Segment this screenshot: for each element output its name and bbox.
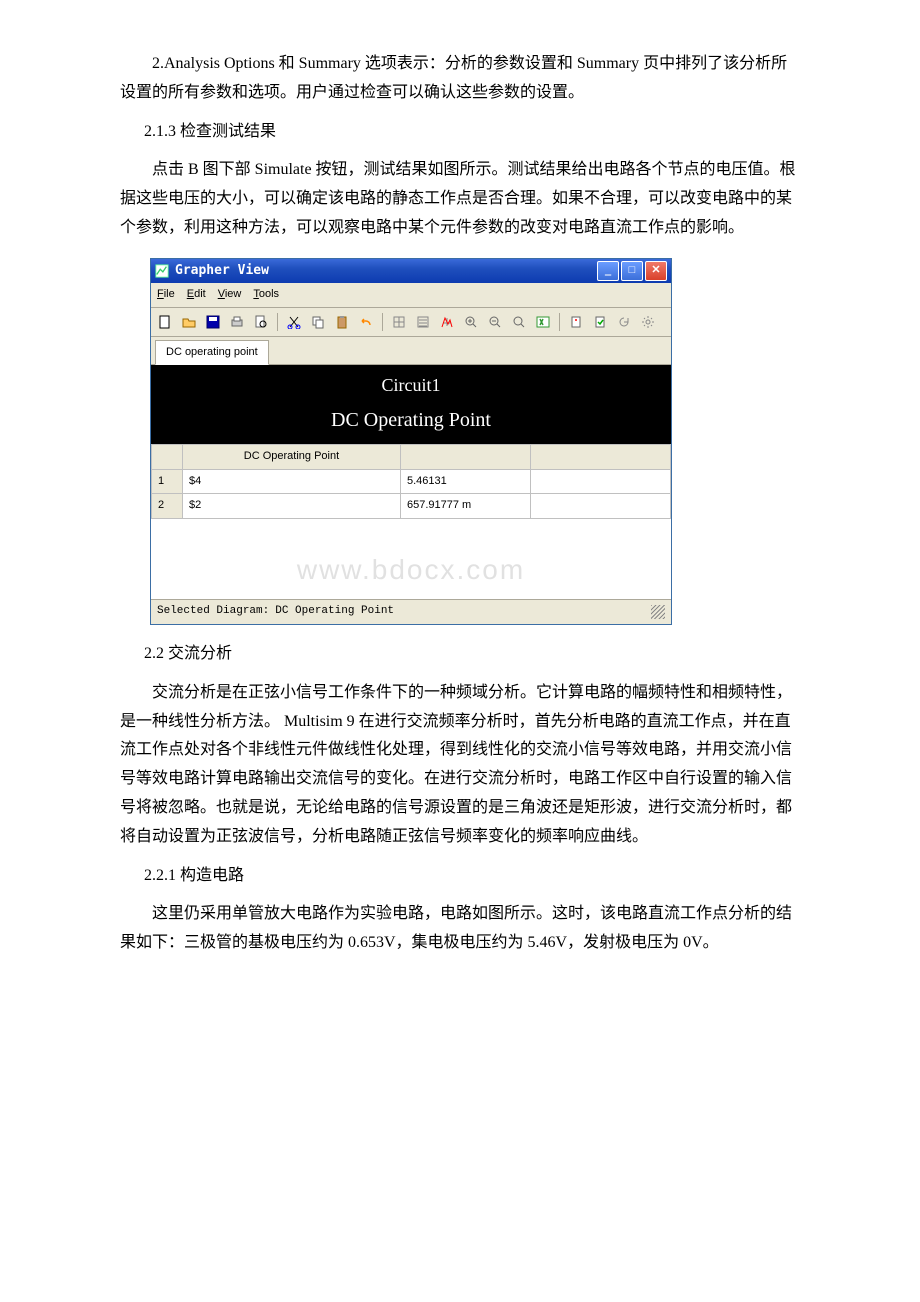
menu-tools[interactable]: Tools: [253, 285, 279, 305]
table-row[interactable]: 2 $2 657.91777 m: [152, 494, 671, 519]
paragraph-simulate-result: 点击 B 图下部 Simulate 按钮，测试结果如图所示。测试结果给出电路各个…: [120, 156, 800, 242]
row-number-header: [152, 444, 183, 469]
resize-grip-icon[interactable]: [651, 605, 665, 619]
toolbar-separator: [559, 313, 560, 331]
heading-2-1-3: 2.1.3 检查测试结果: [120, 118, 800, 147]
chart-subtitle: DC Operating Point: [151, 402, 671, 438]
column-header-blank: [530, 444, 670, 469]
preview-icon[interactable]: [251, 312, 271, 332]
zoom-fit-icon[interactable]: [509, 312, 529, 332]
paste-icon[interactable]: [332, 312, 352, 332]
cell-value: 5.46131: [400, 469, 530, 494]
window-titlebar[interactable]: Grapher View ‗ □ ✕: [151, 259, 671, 283]
grapher-view-window: Grapher View ‗ □ ✕ File Edit View Tools: [150, 258, 672, 625]
cell-node: $4: [183, 469, 401, 494]
cell-blank: [530, 494, 670, 519]
apply-icon[interactable]: [590, 312, 610, 332]
column-header-node: DC Operating Point: [183, 444, 401, 469]
grapher-whitespace: www.bdocx.com: [151, 519, 671, 599]
column-header-value: [400, 444, 530, 469]
legend-icon[interactable]: [413, 312, 433, 332]
heading-2-2-1: 2.2.1 构造电路: [120, 862, 800, 891]
menu-edit[interactable]: Edit: [187, 285, 206, 305]
heading-2-2: 2.2 交流分析: [120, 640, 800, 669]
cut-icon[interactable]: [284, 312, 304, 332]
close-button[interactable]: ✕: [645, 261, 667, 281]
menu-file[interactable]: File: [157, 285, 175, 305]
paragraph-analysis-options: 2.Analysis Options 和 Summary 选项表示：分析的参数设…: [120, 50, 800, 108]
zoom-in-icon[interactable]: [461, 312, 481, 332]
toolbar-separator: [277, 313, 278, 331]
minimize-button[interactable]: ‗: [597, 261, 619, 281]
app-icon: [155, 264, 169, 278]
maximize-button[interactable]: □: [621, 261, 643, 281]
save-icon[interactable]: [203, 312, 223, 332]
copy-icon[interactable]: [308, 312, 328, 332]
table-header-row: DC Operating Point: [152, 444, 671, 469]
status-bar: Selected Diagram: DC Operating Point: [151, 599, 671, 624]
chart-title: Circuit1: [151, 369, 671, 401]
cursor-icon[interactable]: [437, 312, 457, 332]
zoom-out-icon[interactable]: [485, 312, 505, 332]
settings-icon[interactable]: [638, 312, 658, 332]
menu-view[interactable]: View: [218, 285, 242, 305]
menu-bar: File Edit View Tools: [151, 283, 671, 308]
row-number: 1: [152, 469, 183, 494]
excel-icon[interactable]: [533, 312, 553, 332]
results-table: DC Operating Point 1 $4 5.46131 2 $2 657…: [151, 444, 671, 519]
print-icon[interactable]: [227, 312, 247, 332]
toolbar-separator: [382, 313, 383, 331]
chart-header: Circuit1 DC Operating Point: [151, 365, 671, 443]
toolbar: [151, 308, 671, 337]
cell-value: 657.91777 m: [400, 494, 530, 519]
tab-strip: DC operating point: [151, 337, 671, 366]
grid-icon[interactable]: [389, 312, 409, 332]
status-label: Selected Diagram:: [157, 602, 269, 622]
paragraph-construct-circuit: 这里仍采用单管放大电路作为实验电路，电路如图所示。这时，该电路直流工作点分析的结…: [120, 900, 800, 958]
window-control-buttons: ‗ □ ✕: [597, 261, 667, 281]
new-icon[interactable]: [155, 312, 175, 332]
cell-blank: [530, 469, 670, 494]
open-icon[interactable]: [179, 312, 199, 332]
paragraph-ac-analysis: 交流分析是在正弦小信号工作条件下的一种频域分析。它计算电路的幅频特性和相频特性，…: [120, 679, 800, 852]
watermark-text: www.bdocx.com: [297, 545, 525, 595]
properties-icon[interactable]: [566, 312, 586, 332]
status-value: DC Operating Point: [275, 602, 394, 622]
row-number: 2: [152, 494, 183, 519]
undo-icon[interactable]: [356, 312, 376, 332]
tab-dc-operating-point[interactable]: DC operating point: [155, 340, 269, 366]
window-title: Grapher View: [175, 259, 597, 282]
refresh-icon[interactable]: [614, 312, 634, 332]
cell-node: $2: [183, 494, 401, 519]
table-row[interactable]: 1 $4 5.46131: [152, 469, 671, 494]
